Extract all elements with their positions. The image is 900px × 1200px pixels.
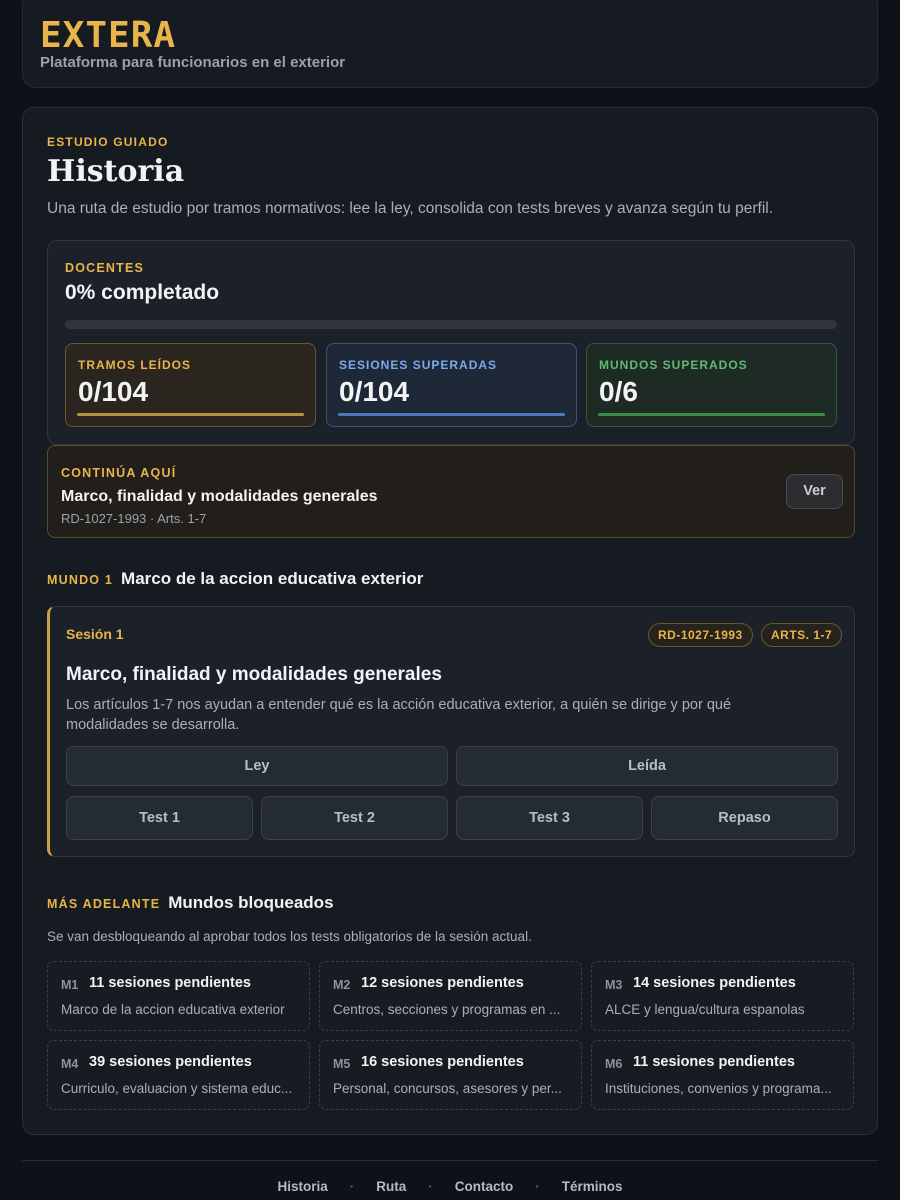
articles-chip: ARTS. 1-7 (761, 623, 843, 647)
test-3-button[interactable]: Test 3 (456, 796, 643, 840)
locked-world-card[interactable]: M6 11 sesiones pendientes Instituciones,… (591, 1040, 854, 1110)
locked-title: Mundos bloqueados (168, 893, 334, 912)
world-code: M3 (605, 978, 623, 992)
world-code: M5 (333, 1057, 351, 1071)
stat-value: 0/104 (339, 376, 410, 407)
stat-label: TRAMOS LEÍDOS (78, 358, 192, 372)
stat-value: 0/6 (599, 376, 638, 407)
repaso-button[interactable]: Repaso (651, 796, 838, 840)
profile-label: DOCENTES (65, 261, 145, 275)
world-pending-count: 12 sesiones pendientes (361, 975, 524, 991)
stat-tramos-leidos: TRAMOS LEÍDOS 0/104 (65, 343, 316, 427)
norm-chip: RD-1027-1993 (648, 623, 753, 647)
session-description: Los artículos 1-7 nos ayudan a entender … (66, 697, 732, 733)
world-pending-count: 11 sesiones pendientes (89, 975, 251, 991)
world-code: M6 (605, 1057, 623, 1071)
world-heading: MUNDO 1 Marco de la accion educativa exte… (47, 569, 423, 589)
ley-button[interactable]: Ley (66, 746, 448, 786)
locked-world-card[interactable]: M3 14 sesiones pendientes ALCE y lengua/… (591, 961, 854, 1031)
test-1-button[interactable]: Test 1 (66, 796, 253, 840)
stat-underline (77, 413, 304, 416)
world-pending-count: 11 sesiones pendientes (633, 1054, 795, 1070)
session-card: Sesión 1 RD-1027-1993 ARTS. 1-7 Marco, f… (47, 606, 855, 857)
stat-mundos-superados: MUNDOS SUPERADOS 0/6 (586, 343, 837, 427)
page-subtitle: Una ruta de estudio por tramos normativo… (47, 200, 774, 217)
stat-label: SESIONES SUPERADAS (339, 358, 498, 372)
stat-value: 0/104 (78, 376, 149, 407)
world-name: Personal, concursos, asesores y per... (333, 1081, 562, 1096)
completion-progress-bar (65, 320, 837, 329)
session-title: Marco, finalidad y modalidades generales (66, 664, 442, 685)
leida-button[interactable]: Leída (456, 746, 838, 786)
world-pending-count: 39 sesiones pendientes (89, 1054, 252, 1070)
footer-separator: · (428, 1179, 433, 1194)
locked-world-card[interactable]: M1 11 sesiones pendientes Marco de la ac… (47, 961, 310, 1031)
footer: Historia · Ruta · Contacto · Términos (22, 1160, 878, 1200)
world-code: M4 (61, 1057, 79, 1071)
world-name: Curriculo, evaluacion y sistema educ... (61, 1081, 293, 1096)
page-eyebrow: ESTUDIO GUIADO (47, 135, 169, 149)
world-name: ALCE y lengua/cultura espanolas (605, 1002, 805, 1017)
view-button[interactable]: Ver (786, 474, 843, 509)
world-name: Marco de la accion educativa exterior (61, 1002, 285, 1017)
world-code: M2 (333, 978, 351, 992)
continue-card: CONTINÚA AQUÍ Marco, finalidad y modalid… (47, 445, 855, 538)
continue-reference: RD-1027-1993 · Arts. 1-7 (61, 511, 207, 526)
test-2-button[interactable]: Test 2 (261, 796, 448, 840)
locked-world-card[interactable]: M5 16 sesiones pendientes Personal, conc… (319, 1040, 582, 1110)
locked-heading: MÁS ADELANTE Mundos bloqueados (47, 893, 334, 913)
session-label: Sesión 1 (66, 626, 124, 642)
world-tag: MUNDO 1 (47, 573, 114, 587)
locked-tag: MÁS ADELANTE (47, 897, 161, 911)
footer-separator: · (349, 1179, 355, 1194)
footer-link-historia[interactable]: Historia (277, 1179, 327, 1194)
continue-label: CONTINÚA AQUÍ (61, 466, 177, 480)
continue-title: Marco, finalidad y modalidades generales (61, 488, 378, 505)
world-pending-count: 16 sesiones pendientes (361, 1054, 524, 1070)
world-pending-count: 14 sesiones pendientes (633, 975, 796, 991)
world-name: Marco de la accion educativa exterior (121, 569, 424, 588)
progress-card: DOCENTES 0% completado TRAMOS LEÍDOS 0/1… (47, 240, 855, 445)
footer-link-terminos[interactable]: Términos (562, 1179, 623, 1194)
world-name: Instituciones, convenios y programa... (605, 1081, 832, 1096)
app-header: EXTERA Plataforma para funcionarios en e… (22, 0, 878, 88)
footer-links: Historia · Ruta · Contacto · Términos (22, 1179, 878, 1194)
footer-link-contacto[interactable]: Contacto (455, 1179, 514, 1194)
locked-world-card[interactable]: M2 12 sesiones pendientes Centros, secci… (319, 961, 582, 1031)
brand-logo[interactable]: EXTERA (40, 15, 176, 56)
stat-label: MUNDOS SUPERADOS (599, 358, 748, 372)
footer-separator: · (535, 1179, 540, 1194)
stat-sesiones-superadas: SESIONES SUPERADAS 0/104 (326, 343, 577, 427)
brand-tagline: Plataforma para funcionarios en el exter… (40, 54, 346, 71)
locked-world-card[interactable]: M4 39 sesiones pendientes Curriculo, eva… (47, 1040, 310, 1110)
world-code: M1 (61, 978, 79, 992)
completion-text: 0% completado (65, 281, 220, 304)
stat-underline (598, 413, 825, 416)
study-panel: ESTUDIO GUIADO Historia Una ruta de estu… (22, 107, 878, 1135)
page-title: Historia (47, 154, 185, 189)
footer-link-ruta[interactable]: Ruta (376, 1179, 406, 1194)
world-name: Centros, secciones y programas en ... (333, 1002, 561, 1017)
locked-description: Se van desbloqueando al aprobar todos lo… (47, 929, 532, 944)
stat-underline (338, 413, 565, 416)
